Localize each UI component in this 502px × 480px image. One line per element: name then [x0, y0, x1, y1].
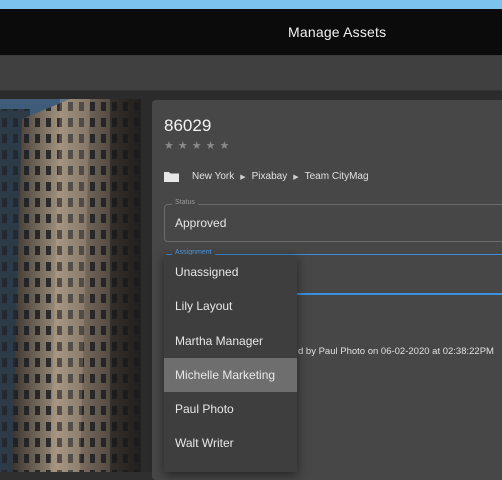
breadcrumb-item[interactable]: Team CityMag [305, 171, 369, 182]
menu-item-paul-photo[interactable]: Paul Photo [164, 392, 297, 426]
asset-id: 86029 [164, 116, 212, 135]
chevron-right-icon: ▶ [293, 173, 299, 181]
building-photo [0, 99, 141, 472]
breadcrumb: New York ▶ Pixabay ▶ Team CityMag [164, 171, 369, 182]
menu-item-unassigned[interactable]: Unassigned [164, 255, 297, 289]
toolbar [0, 56, 502, 91]
menu-item-martha-manager[interactable]: Martha Manager [164, 324, 297, 358]
menu-item-walt-writer[interactable]: Walt Writer [164, 426, 297, 460]
breadcrumb-item[interactable]: Pixabay [252, 171, 288, 182]
folder-icon [164, 171, 179, 182]
status-field[interactable]: Status Approved [164, 199, 502, 242]
assignment-dropdown-menu: Unassigned Lily Layout Martha Manager Mi… [164, 255, 297, 472]
menu-item-michelle-marketing[interactable]: Michelle Marketing [164, 357, 297, 393]
page-title: Manage Assets [288, 24, 387, 40]
status-value: Approved [175, 216, 227, 230]
rating-stars[interactable]: ★★★★★ [164, 139, 233, 152]
history-entry: d by Paul Photo on 06-02-2020 at 02:38:2… [298, 346, 494, 357]
asset-preview-image[interactable] [0, 99, 141, 472]
window-top-strip [0, 0, 502, 9]
app-header: Manage Assets [0, 9, 502, 56]
breadcrumb-item[interactable]: New York [192, 171, 234, 182]
status-label: Status [172, 199, 198, 206]
menu-item-lily-layout[interactable]: Lily Layout [164, 289, 297, 323]
chevron-right-icon: ▶ [240, 173, 246, 181]
